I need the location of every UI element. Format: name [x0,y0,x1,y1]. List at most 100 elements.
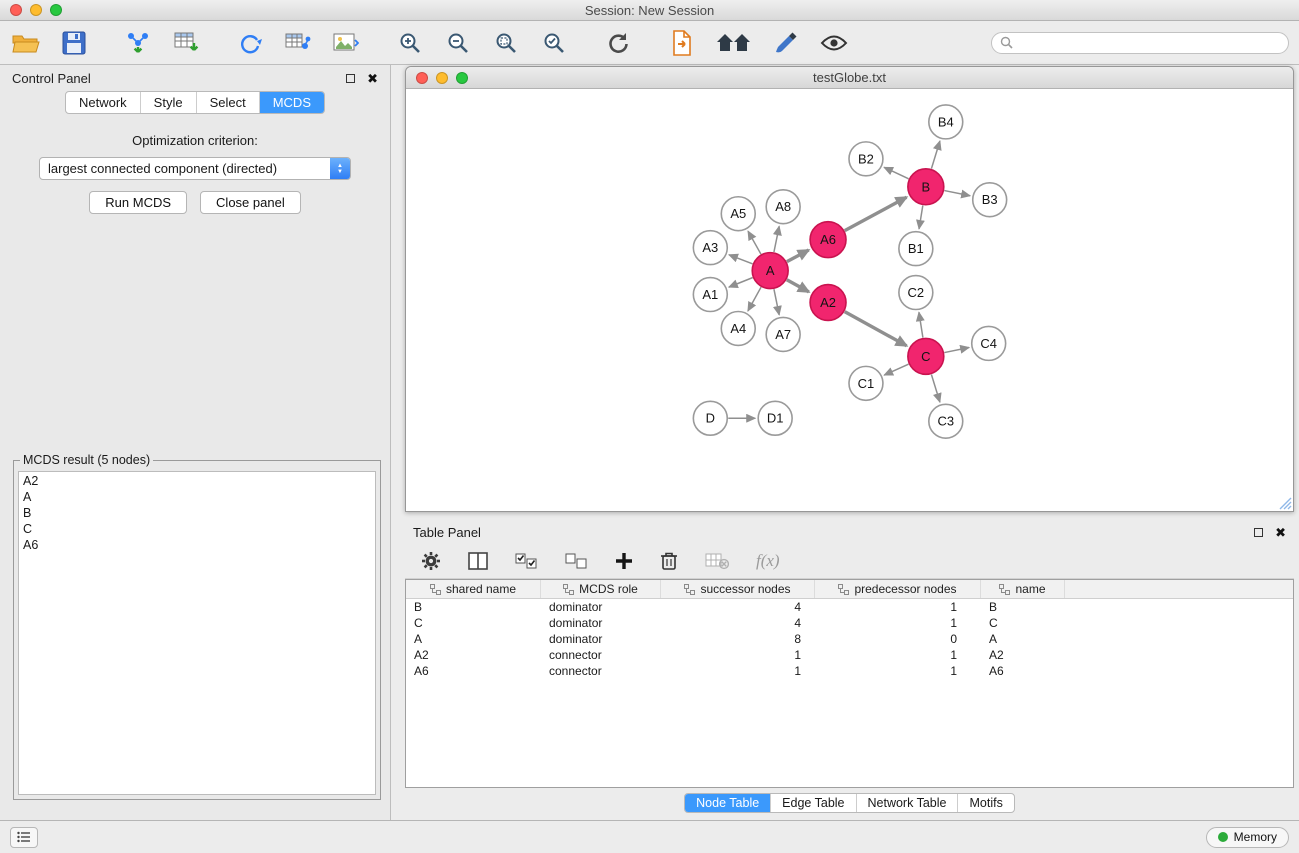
export-document-icon[interactable] [666,27,698,59]
column-header[interactable]: successor nodes [661,580,815,598]
tab-mcds[interactable]: MCDS [260,92,324,113]
float-panel-icon[interactable] [346,74,355,83]
table-row[interactable]: A6connector11A6 [406,663,1293,679]
column-header[interactable]: shared name [406,580,541,598]
zoom-window-button[interactable] [50,4,62,16]
delete-trash-icon[interactable] [660,551,678,571]
optimization-criterion-dropdown[interactable]: largest connected component (directed) ▲… [39,157,351,180]
node-B1[interactable]: B1 [899,232,933,266]
tab-node-table[interactable]: Node Table [685,794,771,812]
edge-A-A5[interactable] [748,231,761,254]
export-image-icon[interactable] [330,27,362,59]
search-field[interactable] [991,32,1289,54]
edge-C-C3[interactable] [931,375,940,403]
edge-A2-C[interactable] [845,312,907,346]
edge-B-B4[interactable] [931,141,940,169]
node-D[interactable]: D [693,401,727,435]
table-row[interactable]: Bdominator41B [406,599,1293,615]
zoom-selected-icon[interactable] [538,27,570,59]
open-file-icon[interactable] [10,27,42,59]
result-item[interactable]: A6 [23,537,371,553]
import-table-icon[interactable] [170,27,202,59]
task-history-button[interactable] [10,827,38,848]
edge-A6-B[interactable] [845,197,907,230]
edge-B-B1[interactable] [919,205,923,228]
edge-A-A1[interactable] [729,278,753,287]
node-C[interactable]: C [908,338,944,374]
memory-button[interactable]: Memory [1206,827,1289,848]
result-item[interactable]: B [23,505,371,521]
resize-grip-icon[interactable] [1279,497,1292,510]
edge-B-B2[interactable] [884,167,909,178]
table-row[interactable]: Cdominator41C [406,615,1293,631]
zoom-fit-icon[interactable] [490,27,522,59]
node-B[interactable]: B [908,169,944,205]
node-B3[interactable]: B3 [973,183,1007,217]
search-input[interactable] [1018,36,1280,50]
node-A5[interactable]: A5 [721,197,755,231]
node-A3[interactable]: A3 [693,231,727,265]
edge-B-B3[interactable] [944,191,970,196]
table-float-panel-icon[interactable] [1254,528,1263,537]
edge-C-C4[interactable] [944,347,969,352]
edge-A-A2[interactable] [787,280,809,292]
node-A8[interactable]: A8 [766,190,800,224]
edge-C-C1[interactable] [884,364,908,375]
edge-A-A8[interactable] [774,226,779,252]
edge-A-A6[interactable] [787,250,809,262]
save-session-icon[interactable] [58,27,90,59]
node-C3[interactable]: C3 [929,404,963,438]
mcds-result-list[interactable]: A2ABCA6 [18,471,376,795]
close-panel-button[interactable]: Close panel [200,191,301,214]
tab-network[interactable]: Network [66,92,141,113]
show-columns-icon[interactable] [468,552,488,570]
node-B2[interactable]: B2 [849,142,883,176]
node-A1[interactable]: A1 [693,278,727,312]
column-header[interactable]: name [981,580,1065,598]
node-A2[interactable]: A2 [810,285,846,321]
tab-motifs[interactable]: Motifs [958,794,1013,812]
minimize-window-button[interactable] [30,4,42,16]
tab-style[interactable]: Style [141,92,197,113]
column-header[interactable]: MCDS role [541,580,661,598]
result-item[interactable]: A2 [23,473,371,489]
node-D1[interactable]: D1 [758,401,792,435]
zoom-in-icon[interactable] [394,27,426,59]
run-mcds-button[interactable]: Run MCDS [89,191,187,214]
result-item[interactable]: A [23,489,371,505]
node-B4[interactable]: B4 [929,105,963,139]
network-canvas[interactable]: B4B2BB3B1A5A8A6A3AA1A2C2A4A7CC4C1C3DD1 [406,89,1293,511]
result-item[interactable]: C [23,521,371,537]
node-C1[interactable]: C1 [849,366,883,400]
network-minimize-button[interactable] [436,72,448,84]
close-window-button[interactable] [10,4,22,16]
node-A6[interactable]: A6 [810,222,846,258]
node-A4[interactable]: A4 [721,311,755,345]
eye-visibility-icon[interactable] [818,27,850,59]
select-all-icon[interactable] [515,553,538,570]
edge-A-A3[interactable] [729,255,753,264]
deselect-all-icon[interactable] [565,553,588,570]
home-panels-icon[interactable] [714,27,754,59]
clone-network-icon[interactable] [234,27,266,59]
style-brush-icon[interactable] [770,27,802,59]
node-C2[interactable]: C2 [899,276,933,310]
table-row[interactable]: A2connector11A2 [406,647,1293,663]
function-builder-icon[interactable]: f(x) [756,551,780,571]
tab-edge-table[interactable]: Edge Table [771,794,856,812]
node-C4[interactable]: C4 [972,326,1006,360]
tab-select[interactable]: Select [197,92,260,113]
edge-A-A7[interactable] [774,289,779,315]
refresh-layout-icon[interactable] [602,27,634,59]
new-network-table-icon[interactable] [282,27,314,59]
node-A7[interactable]: A7 [766,317,800,351]
tab-network-table[interactable]: Network Table [857,794,959,812]
delete-table-icon[interactable] [705,552,729,570]
network-close-button[interactable] [416,72,428,84]
add-column-plus-icon[interactable] [615,552,633,570]
edge-C-C2[interactable] [919,312,923,337]
network-zoom-button[interactable] [456,72,468,84]
close-panel-icon[interactable]: ✖ [367,72,378,85]
table-row[interactable]: Adominator80A [406,631,1293,647]
edge-A-A4[interactable] [748,287,761,311]
